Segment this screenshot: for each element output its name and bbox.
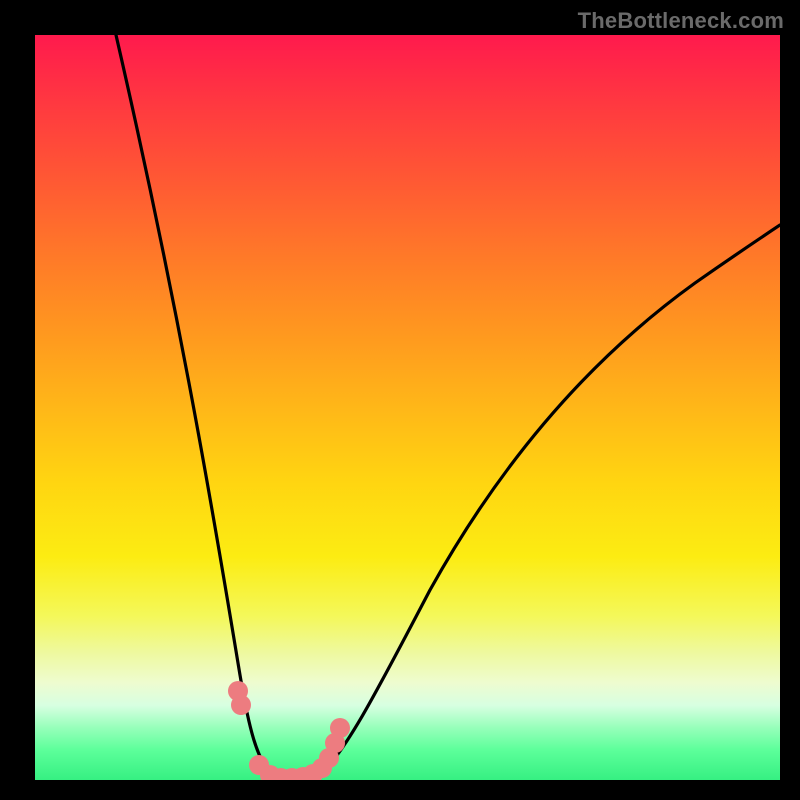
- marker-dots: [228, 681, 350, 780]
- chart-overlay: [35, 35, 780, 780]
- watermark-text: TheBottleneck.com: [578, 8, 784, 34]
- curve-right: [318, 225, 780, 777]
- curve-left: [116, 35, 273, 777]
- plot-area: [35, 35, 780, 780]
- frame: TheBottleneck.com: [0, 0, 800, 800]
